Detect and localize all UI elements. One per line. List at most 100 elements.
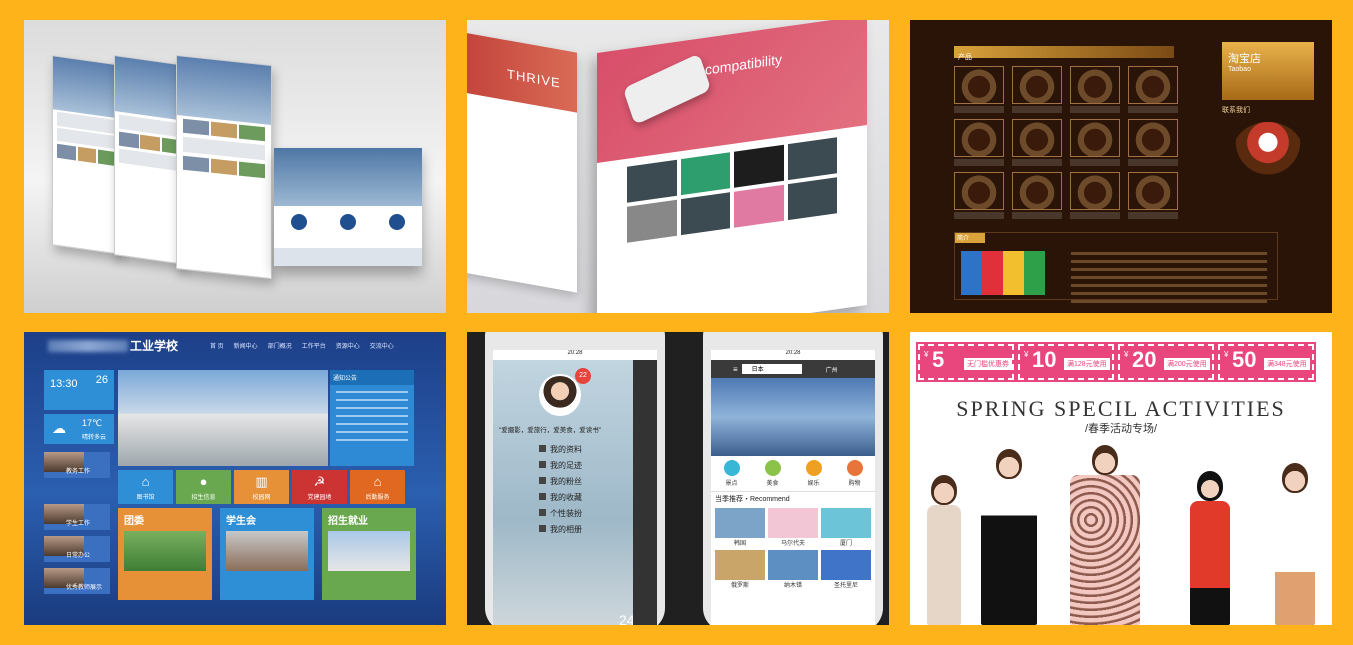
notice-panel[interactable]: 通知公告 bbox=[330, 370, 414, 466]
employment-card[interactable]: 招生就业 bbox=[322, 508, 416, 600]
campus-net-button[interactable]: ▥ 校园网 bbox=[234, 470, 289, 504]
circle-icon bbox=[339, 214, 356, 230]
weather-widget: ☁ 17℃ 晴转多云 bbox=[44, 414, 114, 444]
cake-thumb bbox=[1012, 172, 1062, 210]
app-header: ≡ 日本 广州 bbox=[711, 360, 875, 378]
category-sights[interactable]: 景点 bbox=[723, 460, 740, 487]
left-tile[interactable]: 教务工作 bbox=[44, 452, 110, 478]
school-title: 工业学校 bbox=[130, 338, 179, 353]
coupon[interactable]: ¥10 满128元使用 bbox=[1016, 342, 1116, 382]
tile-fashion-promo[interactable]: ¥5 无门槛优惠券 ¥10 满128元使用 ¥20 满200元使用 ¥50 满348元使… bbox=[910, 332, 1332, 625]
campus-photo bbox=[118, 370, 328, 466]
place-item[interactable]: 马尔代夫 bbox=[768, 508, 818, 547]
category-fun[interactable]: 娱乐 bbox=[805, 460, 822, 487]
top-nav: 首 页 新闻中心 部门概况 工作平台 资源中心 交流中心 bbox=[210, 341, 394, 350]
promo-subtitle: /春季活动专场/ bbox=[1084, 423, 1158, 435]
category-food[interactable]: 美食 bbox=[764, 460, 781, 487]
left-tile[interactable]: 优秀教师展示 bbox=[44, 568, 110, 594]
left-tile[interactable]: 日常办公 bbox=[44, 536, 110, 562]
model-photo bbox=[1270, 463, 1320, 625]
taobao-banner[interactable]: 淘宝店 Taobao bbox=[1222, 42, 1314, 100]
cake-thumb bbox=[1070, 172, 1120, 210]
nav-item[interactable]: 新闻中心 bbox=[234, 341, 258, 350]
league-card[interactable]: 团委 bbox=[118, 508, 212, 600]
nav-item[interactable]: 工作平台 bbox=[302, 341, 326, 350]
icon-row: ⌂ 图书馆 ● 招生信息 ▥ 校园网 ☭ 党建园地 ⌂ 后勤服务 bbox=[118, 470, 405, 504]
left-hero-text: THRIVE bbox=[467, 31, 577, 113]
place-item[interactable]: 纳木错 bbox=[768, 550, 818, 589]
menu-icon[interactable]: ≡ bbox=[733, 365, 738, 374]
cake-thumb bbox=[1012, 119, 1062, 157]
gift-image bbox=[961, 251, 1045, 295]
coupon-row: ¥5 无门槛优惠券 ¥10 满128元使用 ¥20 满200元使用 ¥50 满348元使… bbox=[916, 342, 1316, 382]
nav-item[interactable]: 首 页 bbox=[210, 341, 224, 350]
menu-item[interactable]: 我的资料 bbox=[539, 444, 582, 455]
model-photo bbox=[974, 449, 1044, 625]
cake-thumb bbox=[1070, 119, 1120, 157]
tile-website-mockup[interactable] bbox=[24, 20, 446, 313]
building-icon: ▥ bbox=[255, 474, 268, 489]
menu-item[interactable]: 我的相册 bbox=[539, 524, 582, 535]
category-row: 景点 美食 娱乐 购物 bbox=[711, 456, 875, 491]
clock-widget: 13:30 26 bbox=[44, 370, 114, 410]
cloud-icon: ☁ bbox=[52, 420, 66, 436]
user-icon: ● bbox=[199, 474, 208, 489]
secondary-page: THRIVE bbox=[467, 31, 577, 293]
cake-thumb bbox=[954, 66, 1004, 104]
student-union-card[interactable]: 学生会 bbox=[220, 508, 314, 600]
menu-item[interactable]: 我的粉丝 bbox=[539, 476, 582, 487]
page-mockup bbox=[52, 55, 122, 255]
main-hero-text: compatibility bbox=[705, 50, 783, 78]
party-icon: ☭ bbox=[313, 474, 326, 489]
place-item[interactable]: 厦门 bbox=[821, 508, 871, 547]
menu-item[interactable]: 个性装扮 bbox=[539, 508, 582, 519]
admission-button[interactable]: ● 招生信息 bbox=[176, 470, 231, 504]
model-photo bbox=[924, 475, 964, 625]
circle-icon bbox=[290, 214, 307, 230]
logistics-button[interactable]: ⌂ 后勤服务 bbox=[350, 470, 405, 504]
profile-menu: 我的资料 我的足迹 我的粉丝 我的收藏 个性装扮 我的相册 bbox=[539, 444, 582, 540]
intro-section: 简介 bbox=[954, 232, 1278, 303]
cake-thumb bbox=[954, 119, 1004, 157]
place-item[interactable]: 韩国 bbox=[715, 508, 765, 547]
library-icon: ⌂ bbox=[141, 474, 150, 489]
nav-item[interactable]: 部门概况 bbox=[268, 341, 292, 350]
nav-item[interactable]: 资源中心 bbox=[336, 341, 360, 350]
library-button[interactable]: ⌂ 图书馆 bbox=[118, 470, 173, 504]
left-tile[interactable]: 学生工作 bbox=[44, 504, 110, 530]
city-select[interactable]: 广州 bbox=[826, 365, 838, 374]
cake-thumb bbox=[1012, 66, 1062, 104]
place-item[interactable]: 俄罗斯 bbox=[715, 550, 765, 589]
coupon[interactable]: ¥5 无门槛优惠券 bbox=[916, 342, 1016, 382]
party-button[interactable]: ☭ 党建园地 bbox=[292, 470, 347, 504]
phone-right: 20:28 ≡ 日本 广州 景点 美食 娱乐 购物 当季推荐・Recommend… bbox=[703, 332, 883, 625]
avatar[interactable] bbox=[539, 374, 581, 416]
coupon[interactable]: ¥50 满348元使用 bbox=[1216, 342, 1316, 382]
place-grid: 韩国 马尔代夫 厦门 俄罗斯 纳木错 圣托里尼 bbox=[711, 506, 875, 591]
front-page-mockup bbox=[274, 148, 422, 266]
tile-school-portal[interactable]: 工业学校 首 页 新闻中心 部门概况 工作平台 资源中心 交流中心 13:30 … bbox=[24, 332, 446, 625]
side-panel bbox=[633, 360, 657, 625]
page-mockup bbox=[176, 54, 272, 280]
section-bar: 产品 bbox=[954, 46, 1174, 61]
cake-grid bbox=[954, 66, 1178, 219]
cake-thumb bbox=[1070, 66, 1120, 104]
cake-thumb bbox=[1128, 66, 1178, 104]
search-input[interactable]: 日本 bbox=[741, 364, 802, 374]
category-shopping[interactable]: 购物 bbox=[846, 460, 863, 487]
hero-image bbox=[711, 378, 875, 456]
tile-mobile-app[interactable]: 20:28 22 "爱摄影，爱旅行，爱美食，爱读书" 我的资料 我的足迹 我的粉… bbox=[467, 332, 889, 625]
tile-cake-shop[interactable]: 产品 淘宝店 Taobao 联系我们 简介 bbox=[910, 20, 1332, 313]
place-item[interactable]: 圣托里尼 bbox=[821, 550, 871, 589]
nav-item[interactable]: 交流中心 bbox=[370, 341, 394, 350]
menu-item[interactable]: 我的足迹 bbox=[539, 460, 582, 471]
model-photo bbox=[1060, 445, 1150, 625]
circle-icon bbox=[389, 214, 406, 230]
menu-item[interactable]: 我的收藏 bbox=[539, 492, 582, 503]
hero-image bbox=[274, 148, 422, 206]
coupon[interactable]: ¥20 满200元使用 bbox=[1116, 342, 1216, 382]
tile-responsive-mockup[interactable]: THRIVE compatibility bbox=[467, 20, 889, 313]
model-photo bbox=[1180, 471, 1240, 625]
sidebar: 淘宝店 Taobao 联系我们 bbox=[1222, 42, 1314, 180]
intro-label: 简介 bbox=[955, 233, 985, 243]
